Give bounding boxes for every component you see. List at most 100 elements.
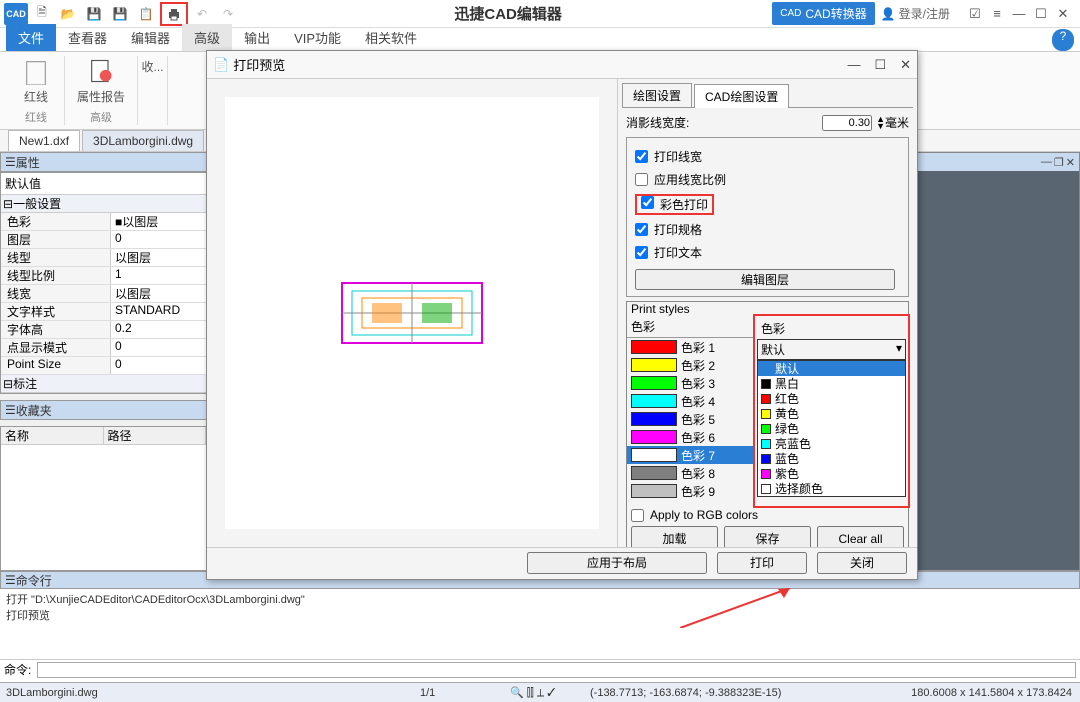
- tab-cad-draw-settings[interactable]: CAD绘图设置: [694, 84, 789, 108]
- tab-vip[interactable]: VIP功能: [282, 24, 353, 51]
- dropdown-item[interactable]: 红色: [758, 391, 905, 406]
- command-input[interactable]: [37, 662, 1076, 678]
- open-icon[interactable]: 📂: [56, 3, 80, 25]
- dropdown-item[interactable]: 黄色: [758, 406, 905, 421]
- save-styles-button[interactable]: 保存: [724, 526, 811, 547]
- edit-layer-button[interactable]: 编辑图层: [635, 269, 895, 290]
- ps-color-item[interactable]: 色彩 7: [627, 446, 754, 464]
- clear-all-button[interactable]: Clear all: [817, 526, 904, 547]
- chk-apply-ratio[interactable]: [635, 173, 648, 186]
- maximize-icon[interactable]: ☐: [1030, 6, 1052, 22]
- prop-row[interactable]: 线型比例1: [1, 267, 206, 285]
- print-preview-dialog: 📄打印预览 — ☐ ✕ 绘图设置 C: [206, 50, 918, 580]
- ps-color-dropdown: 默认黑白红色黄色绿色亮蓝色蓝色紫色选择颜色: [757, 360, 906, 497]
- ps-color-item[interactable]: 色彩 5: [627, 410, 754, 428]
- chevron-down-icon: ▾: [896, 341, 902, 358]
- dialog-close-icon[interactable]: ✕: [900, 57, 911, 73]
- dropdown-item[interactable]: 绿色: [758, 421, 905, 436]
- redline-icon: [20, 56, 52, 86]
- hidden-width-unit: 毫米: [885, 114, 909, 131]
- app-icon: CAD: [4, 3, 28, 25]
- favorites-icon: ☰: [5, 403, 16, 417]
- dialog-title: 打印预览: [233, 55, 285, 74]
- file-tab-0[interactable]: New1.dxf: [8, 130, 80, 151]
- prop-default[interactable]: 默认值: [1, 173, 206, 195]
- fav-col-name[interactable]: 名称: [1, 427, 104, 444]
- tab-file[interactable]: 文件: [6, 24, 56, 51]
- tab-viewer[interactable]: 查看器: [56, 24, 119, 51]
- prop-row[interactable]: 字体高0.2: [1, 321, 206, 339]
- apply-layout-button[interactable]: 应用于布局: [527, 552, 707, 574]
- close-button[interactable]: 关闭: [817, 552, 907, 574]
- redo-icon[interactable]: ↷: [216, 3, 240, 25]
- tab-editor[interactable]: 编辑器: [119, 24, 182, 51]
- ps-color-item[interactable]: 色彩 4: [627, 392, 754, 410]
- ps-color-item[interactable]: 色彩 3: [627, 374, 754, 392]
- prop-row[interactable]: 线型以图层: [1, 249, 206, 267]
- status-pages: 1/1: [420, 687, 435, 699]
- dialog-minimize-icon[interactable]: —: [847, 57, 860, 73]
- dialog-maximize-icon[interactable]: ☐: [874, 57, 886, 73]
- messages-icon[interactable]: ☑: [964, 6, 986, 22]
- prop-row[interactable]: Point Size0: [1, 357, 206, 375]
- prop-row[interactable]: 文字样式STANDARD: [1, 303, 206, 321]
- load-button[interactable]: 加载: [631, 526, 718, 547]
- help-icon[interactable]: ?: [1052, 29, 1074, 51]
- ps-color-item[interactable]: 色彩 1: [627, 338, 754, 356]
- chk-color-print[interactable]: [641, 196, 654, 209]
- dropdown-item[interactable]: 蓝色: [758, 451, 905, 466]
- ribbon-redline[interactable]: 红线 红线: [8, 56, 65, 125]
- new-icon[interactable]: 🗎: [30, 3, 54, 25]
- canvas-close-icon[interactable]: ✕: [1066, 156, 1075, 169]
- copy-icon[interactable]: 📋: [134, 3, 158, 25]
- chk-print-spec[interactable]: [635, 223, 648, 236]
- cad-converter-button[interactable]: CADCAD转换器: [772, 2, 874, 25]
- properties-panel-title: ☰ 属性: [0, 152, 207, 172]
- prop-row[interactable]: 线宽以图层: [1, 285, 206, 303]
- ps-color-item[interactable]: 色彩 2: [627, 356, 754, 374]
- prop-section-annotation: ⊟标注: [1, 375, 206, 393]
- tab-advanced[interactable]: 高级: [182, 24, 232, 51]
- minimize-icon[interactable]: —: [1008, 6, 1030, 22]
- canvas-min-icon[interactable]: —: [1041, 156, 1052, 168]
- hidden-width-spinner[interactable]: ▲▼: [876, 116, 885, 130]
- chk-print-linewidth[interactable]: [635, 150, 648, 163]
- hidden-width-input[interactable]: [822, 115, 872, 131]
- ribbon-attr-report[interactable]: 属性报告 高级: [65, 56, 138, 125]
- ps-color-item[interactable]: 色彩 8: [627, 464, 754, 482]
- dropdown-item[interactable]: 黑白: [758, 376, 905, 391]
- dropdown-item[interactable]: 亮蓝色: [758, 436, 905, 451]
- ps-color-select[interactable]: 默认▾: [757, 339, 906, 360]
- prop-row[interactable]: 点显示模式0: [1, 339, 206, 357]
- dropdown-item[interactable]: 默认: [758, 361, 905, 376]
- chk-print-text[interactable]: [635, 246, 648, 259]
- prop-row[interactable]: 图层0: [1, 231, 206, 249]
- login-link[interactable]: 👤登录/注册: [881, 5, 950, 22]
- prop-row[interactable]: 色彩■以图层: [1, 213, 206, 231]
- dropdown-item[interactable]: 选择颜色: [758, 481, 905, 496]
- preview-page: [225, 97, 599, 529]
- ps-left-header: 色彩: [627, 316, 754, 338]
- file-tab-1[interactable]: 3DLamborgini.dwg: [82, 130, 204, 151]
- tab-draw-settings[interactable]: 绘图设置: [622, 83, 692, 107]
- ps-color-item[interactable]: 色彩 9: [627, 482, 754, 500]
- saveas-icon[interactable]: 💾: [108, 3, 132, 25]
- dropdown-item[interactable]: 紫色: [758, 466, 905, 481]
- canvas-restore-icon[interactable]: ❐: [1054, 156, 1064, 169]
- menu-icon[interactable]: ≡: [986, 6, 1008, 22]
- ribbon-collapse[interactable]: 收...: [138, 56, 168, 125]
- chk-apply-rgb[interactable]: [631, 509, 644, 522]
- close-icon[interactable]: ✕: [1052, 6, 1074, 22]
- tab-output[interactable]: 输出: [232, 24, 282, 51]
- print-icon[interactable]: [160, 2, 188, 26]
- print-button[interactable]: 打印: [717, 552, 807, 574]
- fav-col-path[interactable]: 路径: [104, 427, 207, 444]
- report-icon: [85, 56, 117, 86]
- save-icon[interactable]: 💾: [82, 3, 106, 25]
- ps-color-item[interactable]: 色彩 6: [627, 428, 754, 446]
- status-tool-icons[interactable]: 🔍 ⫿⫿ ⊥ ✓: [510, 686, 556, 700]
- status-coords: (-138.7713; -163.6874; -9.388323E-15): [590, 687, 781, 699]
- tab-software[interactable]: 相关软件: [353, 24, 429, 51]
- app-title: 迅捷CAD编辑器: [244, 3, 772, 24]
- undo-icon[interactable]: ↶: [190, 3, 214, 25]
